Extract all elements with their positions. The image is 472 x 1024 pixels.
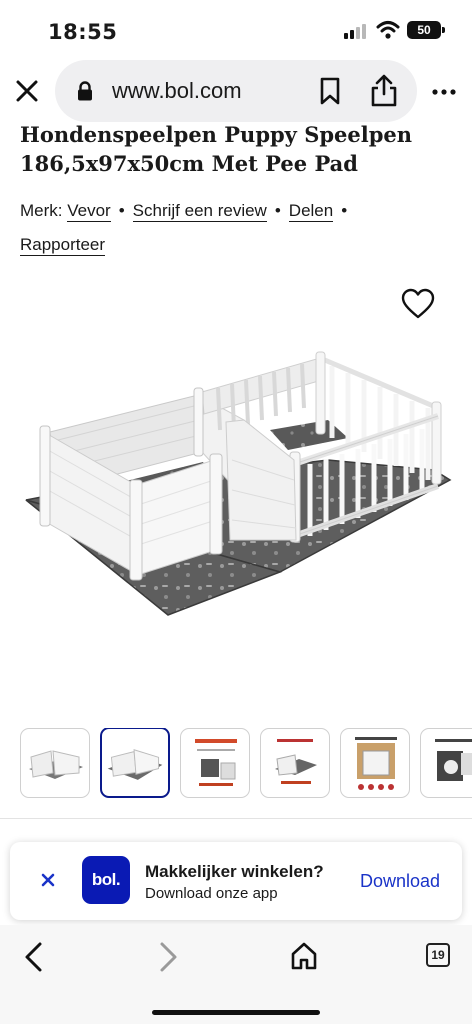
url-text[interactable]: www.bol.com	[112, 78, 242, 104]
home-indicator	[152, 1010, 320, 1015]
close-icon[interactable]	[10, 74, 44, 108]
divider	[0, 818, 472, 819]
status-bar: 18:55 50	[0, 0, 472, 60]
separator: •	[274, 201, 281, 220]
more-icon[interactable]	[430, 82, 458, 102]
bookmark-icon[interactable]	[318, 77, 342, 105]
thumbnail[interactable]	[420, 728, 472, 798]
product-title: Hondenspeelpen Puppy Speelpen 186,5x97x5…	[20, 122, 413, 176]
forward-icon[interactable]	[156, 941, 180, 973]
bottom-toolbar: 19	[0, 925, 472, 1024]
home-icon[interactable]	[290, 941, 318, 971]
signal-icon	[344, 23, 370, 39]
status-time: 18:55	[48, 20, 118, 44]
heart-icon[interactable]	[401, 288, 435, 320]
brand-link[interactable]: Vevor	[67, 201, 111, 222]
back-icon[interactable]	[22, 941, 46, 973]
thumbnail[interactable]	[260, 728, 330, 798]
thumbnail[interactable]	[340, 728, 410, 798]
wifi-icon	[376, 21, 400, 39]
share-icon[interactable]	[369, 73, 399, 107]
close-icon[interactable]	[40, 872, 56, 888]
address-bar[interactable]: www.bol.com	[55, 60, 417, 122]
thumbnail[interactable]	[180, 728, 250, 798]
app-download-banner[interactable]: bol. Makkelijker winkelen? Download onze…	[10, 842, 462, 920]
banner-subtitle: Download onze app	[145, 885, 278, 902]
app-logo: bol.	[82, 856, 130, 904]
banner-title: Makkelijker winkelen?	[145, 862, 324, 881]
battery-icon: 50	[407, 21, 445, 39]
product-meta: Merk: Vevor • Schrijf een review • Delen • Ra…	[20, 194, 460, 262]
lock-icon	[78, 81, 92, 101]
report-link[interactable]: Rapporteer	[20, 235, 106, 256]
separator: •	[118, 201, 125, 220]
product-image[interactable]	[18, 340, 458, 630]
brand-label: Merk:	[20, 201, 63, 220]
tabs-icon[interactable]: 19	[426, 943, 450, 967]
thumbnail[interactable]	[20, 728, 90, 798]
separator: •	[341, 201, 348, 220]
browser-toolbar: www.bol.com	[0, 60, 472, 124]
write-review-link[interactable]: Schrijf een review	[132, 201, 267, 222]
thumbnail-selected[interactable]	[100, 728, 170, 798]
share-link[interactable]: Delen	[288, 201, 334, 222]
thumbnail-strip	[20, 728, 472, 800]
download-button[interactable]: Download	[360, 871, 440, 892]
